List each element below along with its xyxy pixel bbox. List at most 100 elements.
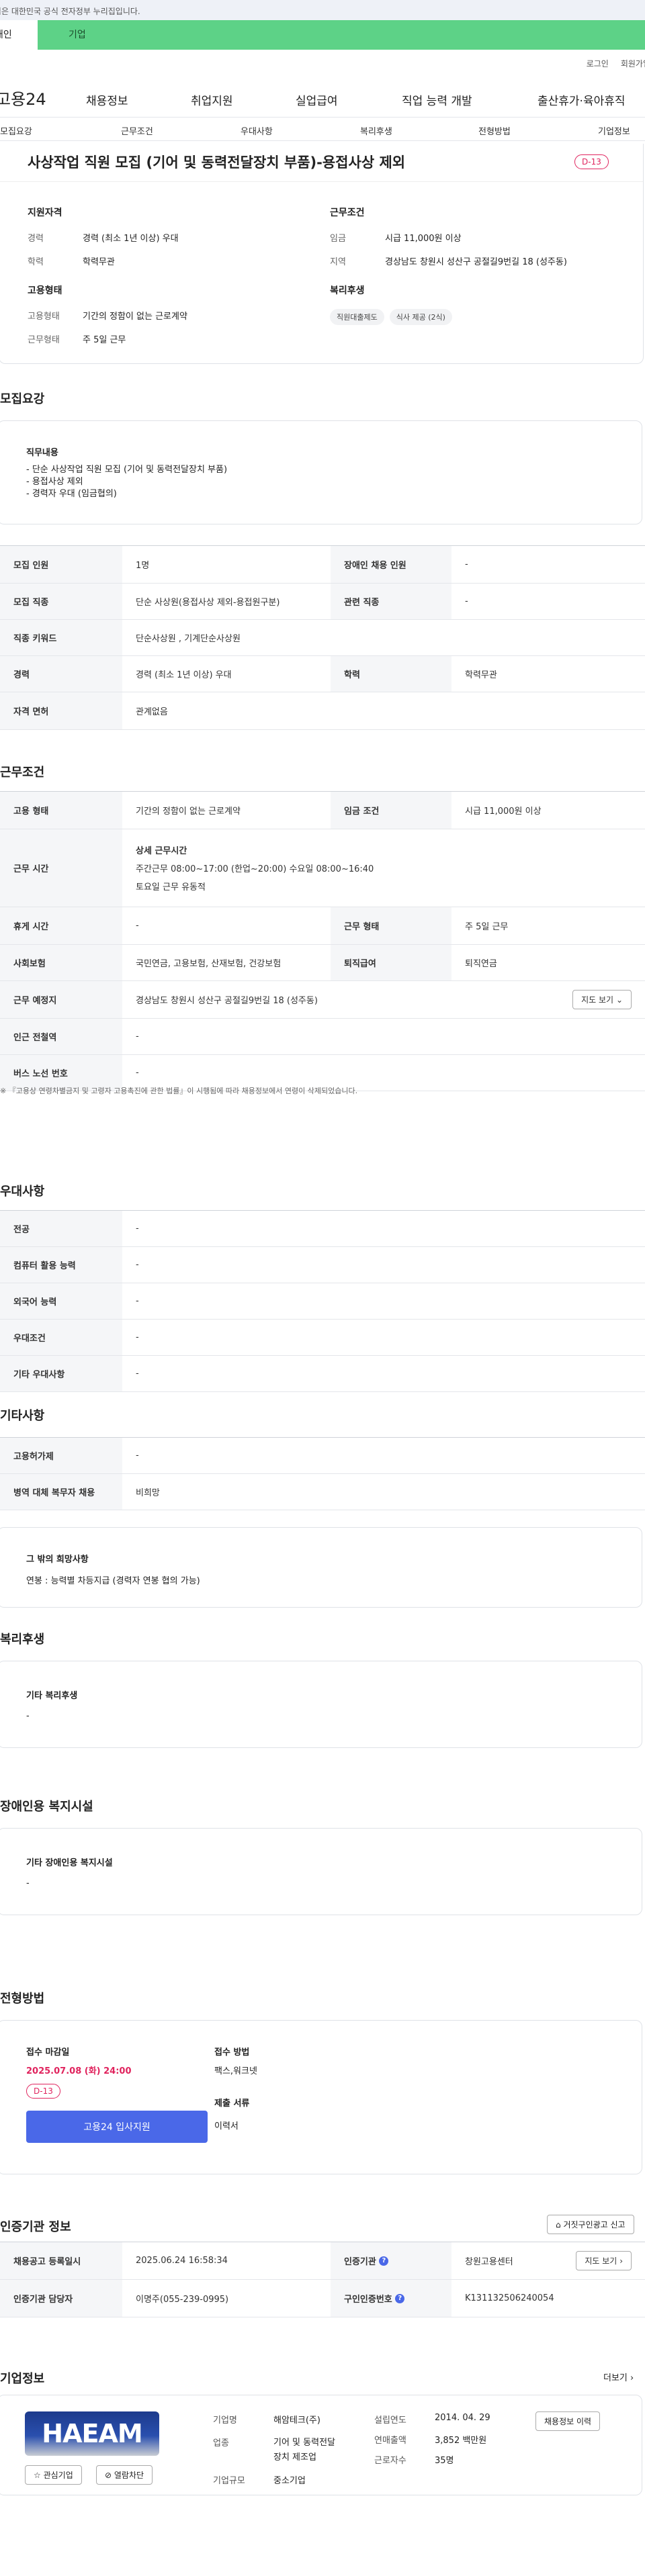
sales-label: 연매출액 xyxy=(374,2436,406,2446)
pref-title: 우대사항 xyxy=(0,1185,45,1199)
industry-label: 업종 xyxy=(213,2438,229,2448)
pref-table: 전공 - 컴퓨터 활용 능력 - 외국어 능력 - 우대조건 - 기타 우대사항 - xyxy=(0,1210,645,1392)
tab-personal[interactable]: 개인 xyxy=(0,20,38,50)
docs-heading: 제출 서류 xyxy=(214,2099,250,2109)
table-row: 기타 우대사항 - xyxy=(0,1356,645,1392)
login-link[interactable]: 로그인 xyxy=(587,58,609,77)
table-header-cell: 컴퓨터 활용 능력 xyxy=(0,1247,122,1283)
gov-banner: 이 누리집은 대한민국 공식 전자정부 누리집입니다. xyxy=(0,0,645,20)
cert-table: 채용공고 등록일시 2025.06.24 16:58:34 인증기관 ? 창원고… xyxy=(0,2242,645,2317)
help-icon[interactable]: ? xyxy=(395,2293,405,2303)
table-cell: - xyxy=(136,1224,139,1234)
pref-section: 우대사항 전공 - 컴퓨터 활용 능력 - 외국어 능력 - 우대조건 - 기타 우대사… xyxy=(0,1177,645,1398)
signup-link[interactable]: 회원가입 xyxy=(621,58,645,77)
gnb-vocational-training[interactable]: 직업 능력 개발 xyxy=(402,91,472,108)
industry-value: 기어 및 동력전달 xyxy=(273,2438,335,2448)
table-header-cell: 인증기관 담당자 xyxy=(0,2280,122,2317)
cert-title: 인증기관 정보 xyxy=(0,2220,71,2234)
table-header-cell: 자격 면허 xyxy=(0,692,122,729)
table-cell: - xyxy=(465,559,468,569)
help-icon[interactable]: ? xyxy=(379,2256,389,2266)
gnb-parental-leave[interactable]: 출산휴가·육아휴직 xyxy=(538,91,626,108)
conditions-heading: 근무조건 xyxy=(330,208,365,218)
emp-type-value: 기간의 정함이 없는 근로계약 xyxy=(83,312,187,322)
table-cell: 경력 (최소 1년 이상) 우대 xyxy=(136,670,232,680)
cert-map-button[interactable]: 지도 보기 › xyxy=(576,2251,632,2270)
table-row: 고용허가제 - xyxy=(0,1438,645,1474)
job-summary-card: 사상작업 직원 모집 (기어 및 동력전달장치 부품)-용접사상 제외 D-13… xyxy=(0,144,644,364)
table-cell: 관계없음 xyxy=(136,707,168,717)
table-header-cell: 퇴직급여 xyxy=(331,945,452,980)
chevron-down-icon: ⌄ xyxy=(615,995,623,1005)
company-more-link[interactable]: 더보기 › xyxy=(603,2371,634,2383)
cert-section: 인증기관 정보 ⌂ 거짓구인광고 신고 채용공고 등록일시 2025.06.24… xyxy=(0,2215,645,2369)
welfare-heading: 복리후생 xyxy=(330,285,365,296)
block-label: 열람차단 xyxy=(114,2471,144,2480)
subnav-company[interactable]: 기업정보 xyxy=(598,124,630,137)
wage-value: 시급 11,000원 이상 xyxy=(385,234,462,244)
tab-company[interactable]: 기업 xyxy=(38,20,91,50)
subnav-recruit[interactable]: 모집요강 xyxy=(0,124,32,137)
report-button[interactable]: ⌂ 거짓구인광고 신고 xyxy=(547,2215,634,2234)
site-logo[interactable]: 고용24 xyxy=(0,86,46,109)
employees-label: 근로자수 xyxy=(374,2456,406,2466)
block-view-button[interactable]: ⊘ 열람차단 xyxy=(96,2465,153,2485)
table-row: 우대조건 - xyxy=(0,1320,645,1356)
map-button[interactable]: 지도 보기 ⌄ xyxy=(572,990,632,1009)
edu-label: 학력 xyxy=(28,257,44,267)
table-cell: K131132506240054 xyxy=(465,2293,554,2303)
table-header-cell: 근무 시간 xyxy=(0,829,122,907)
hours-line: 토요일 근무 유동적 xyxy=(136,882,206,892)
duty-line: - 용접사상 제외 xyxy=(26,477,83,487)
table-header-cell: 고용허가제 xyxy=(0,1438,122,1473)
map-button-label: 지도 보기 xyxy=(585,2256,617,2266)
other-wish-heading: 그 밖의 희망사항 xyxy=(26,1555,89,1565)
subnav-conditions[interactable]: 근무조건 xyxy=(121,124,153,137)
house-icon: ⌂ xyxy=(556,2220,561,2229)
table-cell: 이명주(055-239-0995) xyxy=(136,2295,229,2305)
table-cell: 단순사상원 , 기계단순사상원 xyxy=(136,634,241,644)
etc-section: 기타사항 고용허가제 - 병역 대체 복무자 채용 비희망 그 밖의 희망사항 연봉… xyxy=(0,1398,645,1630)
subnav-welfare[interactable]: 복리후생 xyxy=(360,124,392,137)
process-dday-badge: D-13 xyxy=(26,2084,60,2099)
welfare-box: 기타 복리후생 - xyxy=(0,1661,642,1748)
summary-qualification: 지원자격 경력 경력 (최소 1년 이상) 우대 학력 학력무관 xyxy=(28,205,179,278)
recruit-title: 모집요강 xyxy=(0,392,45,406)
table-row: 사회보험 국민연금, 고용보험, 산재보험, 건강보험 퇴직급여 퇴직연금 xyxy=(0,945,645,981)
subnav-preferences[interactable]: 우대사항 xyxy=(241,124,273,137)
employees-value: 35명 xyxy=(435,2456,454,2466)
favorite-company-button[interactable]: ☆ 관심기업 xyxy=(25,2465,82,2485)
disabled-title: 장애인용 복지시설 xyxy=(0,1800,93,1814)
table-row: 인증기관 담당자 이명주(055-239-0995) 구인인증번호 ? K131… xyxy=(0,2280,645,2317)
work-table: 고용 형태 기간의 정함이 없는 근로계약 임금 조건 시급 11,000원 이… xyxy=(0,791,645,1091)
table-cell: 2025.06.24 16:58:34 xyxy=(136,2256,228,2266)
work-place-value: 경상남도 창원시 성산구 공절길9번길 18 (성주동) xyxy=(136,996,318,1006)
table-row: 경력 경력 (최소 1년 이상) 우대 학력 학력무관 xyxy=(0,656,645,692)
industry-value: 장치 제조업 xyxy=(273,2452,316,2463)
gnb-jobs[interactable]: 채용정보 xyxy=(86,91,128,108)
recruit-table: 모집 인원 1명 장애인 채용 인원 - 모집 직종 단순 사상원(용접사상 제… xyxy=(0,545,645,730)
table-cell: - xyxy=(465,596,468,606)
table-cell: 창원고용센터 xyxy=(465,2257,513,2267)
subnav-process[interactable]: 전형방법 xyxy=(478,124,511,137)
table-row: 고용 형태 기간의 정함이 없는 근로계약 임금 조건 시급 11,000원 이… xyxy=(0,792,645,829)
favorite-label: 관심기업 xyxy=(43,2471,73,2480)
wage-label: 임금 xyxy=(330,234,346,244)
apply-button[interactable]: 고용24 입사지원 xyxy=(26,2111,208,2143)
table-cell: 학력무관 xyxy=(465,670,497,680)
map-button-label: 지도 보기 xyxy=(581,995,614,1005)
table-row: 인근 전철역 - xyxy=(0,1019,645,1055)
job-history-button[interactable]: 채용정보 이력 xyxy=(535,2411,601,2431)
emp-type-label: 고용형태 xyxy=(28,312,60,322)
table-cell: - xyxy=(136,1031,139,1042)
table-header-cell: 기타 우대사항 xyxy=(0,1356,122,1391)
apply-button-label: 고용24 입사지원 xyxy=(83,2122,150,2133)
table-row: 채용공고 등록일시 2025.06.24 16:58:34 인증기관 ? 창원고… xyxy=(0,2242,645,2280)
process-title: 전형방법 xyxy=(0,1992,45,2006)
gnb-unemployment-benefit[interactable]: 실업급여 xyxy=(296,91,338,108)
company-section: 기업정보 더보기 › HAEAM ☆ 관심기업 ⊘ 열람차단 기업명 해암테크(… xyxy=(0,2369,645,2506)
gnb-employment-support[interactable]: 취업지원 xyxy=(191,91,233,108)
hours-line: 주간근무 08:00~17:00 (한업~20:00) 수요일 08:00~16… xyxy=(136,864,374,874)
disabled-box-heading: 기타 장애인용 복지시설 xyxy=(26,1858,113,1868)
history-label: 채용정보 이력 xyxy=(544,2417,592,2426)
